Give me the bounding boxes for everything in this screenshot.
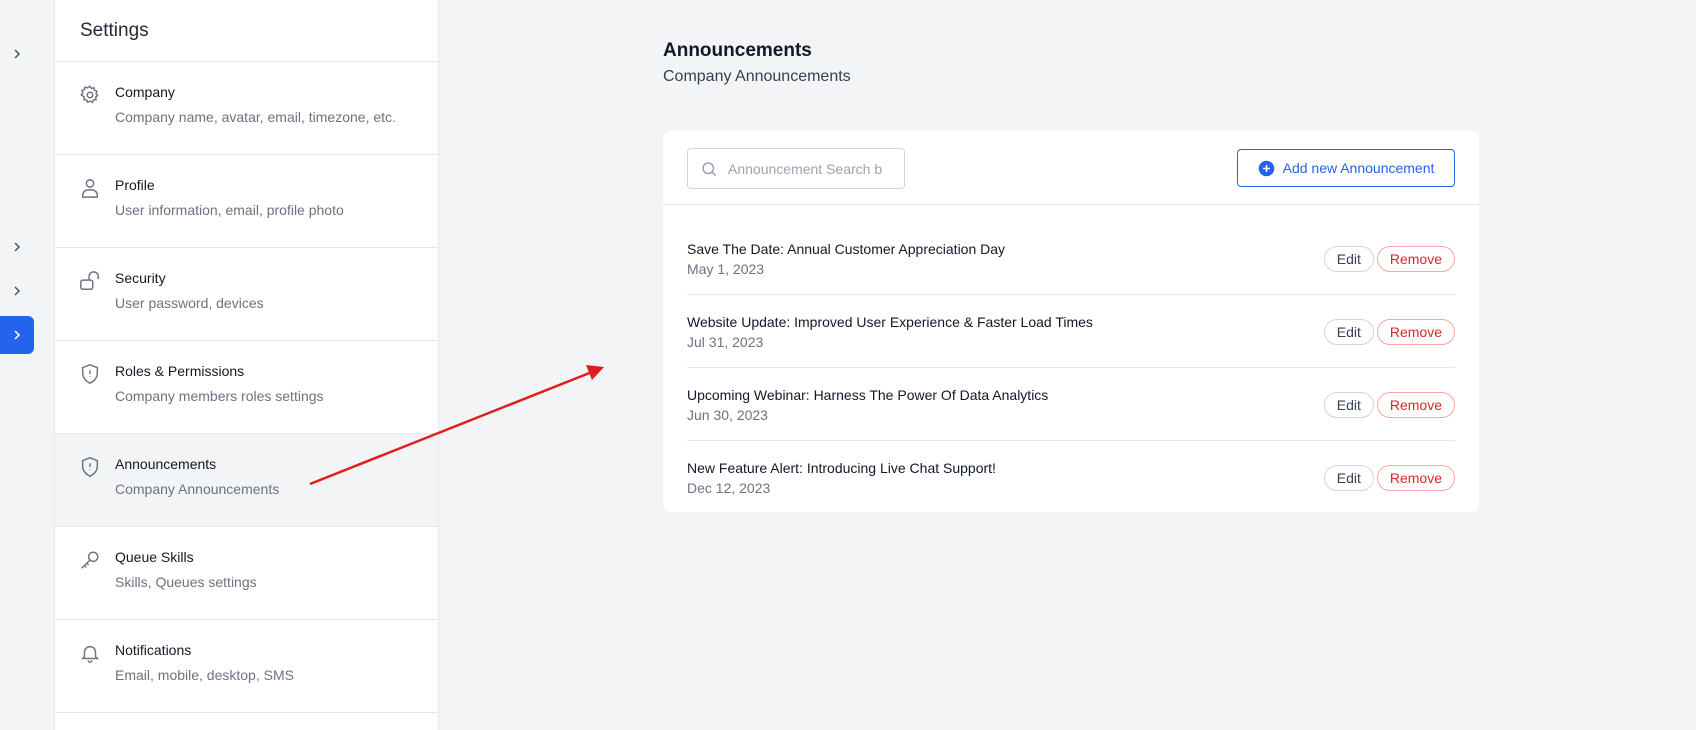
announcements-card: Add new Announcement Save The Date: Annu…	[663, 131, 1479, 512]
add-announcement-button[interactable]: Add new Announcement	[1237, 149, 1455, 187]
settings-item-label: Company	[115, 84, 175, 100]
settings-title: Settings	[55, 0, 438, 62]
settings-item-security[interactable]: Security User password, devices	[55, 248, 438, 341]
settings-item-company[interactable]: Company Company name, avatar, email, tim…	[55, 62, 438, 155]
remove-button[interactable]: Remove	[1376, 465, 1455, 491]
search-box[interactable]	[687, 148, 905, 189]
page-subtitle: Company Announcements	[663, 68, 851, 85]
settings-item-label: Notifications	[115, 642, 192, 658]
settings-item-announcements[interactable]: Announcements Company Announcements	[55, 434, 438, 527]
settings-item-label: Announcements	[115, 456, 217, 472]
expand-chevron-icon[interactable]	[0, 35, 34, 73]
page-header: Announcements Company Announcements	[663, 40, 851, 86]
expand-chevron-icon[interactable]	[0, 272, 34, 310]
settings-item-label: Queue Skills	[115, 549, 194, 565]
announcement-row: New Feature Alert: Introducing Live Chat…	[687, 441, 1455, 514]
bell-icon	[79, 642, 101, 664]
gear-icon	[79, 84, 101, 106]
settings-item-desc: Company Announcements	[115, 481, 280, 497]
edit-button[interactable]: Edit	[1323, 392, 1374, 418]
settings-item-label: Profile	[115, 177, 155, 193]
settings-item-roles[interactable]: Roles & Permissions Company members role…	[55, 341, 438, 434]
settings-panel: Settings Company Company name, avatar, e…	[54, 0, 439, 730]
settings-item-desc: Email, mobile, desktop, SMS	[115, 667, 294, 683]
user-icon	[79, 177, 101, 199]
settings-item-label: Roles & Permissions	[115, 363, 245, 379]
remove-button[interactable]: Remove	[1376, 319, 1455, 345]
expand-chevron-icon[interactable]	[0, 228, 34, 266]
settings-item-desc: Company name, avatar, email, timezone, e…	[115, 109, 396, 125]
settings-item-desc: User password, devices	[115, 295, 264, 311]
left-rail	[0, 0, 54, 730]
settings-item-notifications[interactable]: Notifications Email, mobile, desktop, SM…	[55, 620, 438, 713]
edit-button[interactable]: Edit	[1323, 246, 1374, 272]
announcement-row: Website Update: Improved User Experience…	[687, 295, 1455, 368]
shield-icon	[79, 456, 101, 478]
search-icon	[700, 160, 718, 178]
settings-item-desc: User information, email, profile photo	[115, 202, 344, 218]
settings-item-desc: Company members roles settings	[115, 388, 324, 404]
page-title: Announcements	[663, 40, 812, 61]
settings-item-queue-skills[interactable]: Queue Skills Skills, Queues settings	[55, 527, 438, 620]
settings-item-label: Security	[115, 270, 166, 286]
expand-chevron-icon[interactable]	[0, 316, 34, 354]
add-announcement-label: Add new Announcement	[1282, 160, 1435, 176]
announcement-row: Save The Date: Annual Customer Appreciat…	[687, 222, 1455, 295]
card-toolbar: Add new Announcement	[663, 131, 1479, 205]
search-input[interactable]	[728, 160, 888, 177]
edit-button[interactable]: Edit	[1323, 319, 1374, 345]
settings-item-profile[interactable]: Profile User information, email, profile…	[55, 155, 438, 248]
remove-button[interactable]: Remove	[1376, 392, 1455, 418]
key-icon	[79, 549, 101, 571]
settings-item-desc: Skills, Queues settings	[115, 574, 257, 590]
announcement-list: Save The Date: Annual Customer Appreciat…	[663, 222, 1479, 514]
lock-icon	[79, 270, 101, 292]
announcement-row: Upcoming Webinar: Harness The Power Of D…	[687, 368, 1455, 441]
shield-icon	[79, 363, 101, 385]
plus-circle-icon	[1258, 160, 1275, 177]
edit-button[interactable]: Edit	[1323, 465, 1374, 491]
remove-button[interactable]: Remove	[1376, 246, 1455, 272]
